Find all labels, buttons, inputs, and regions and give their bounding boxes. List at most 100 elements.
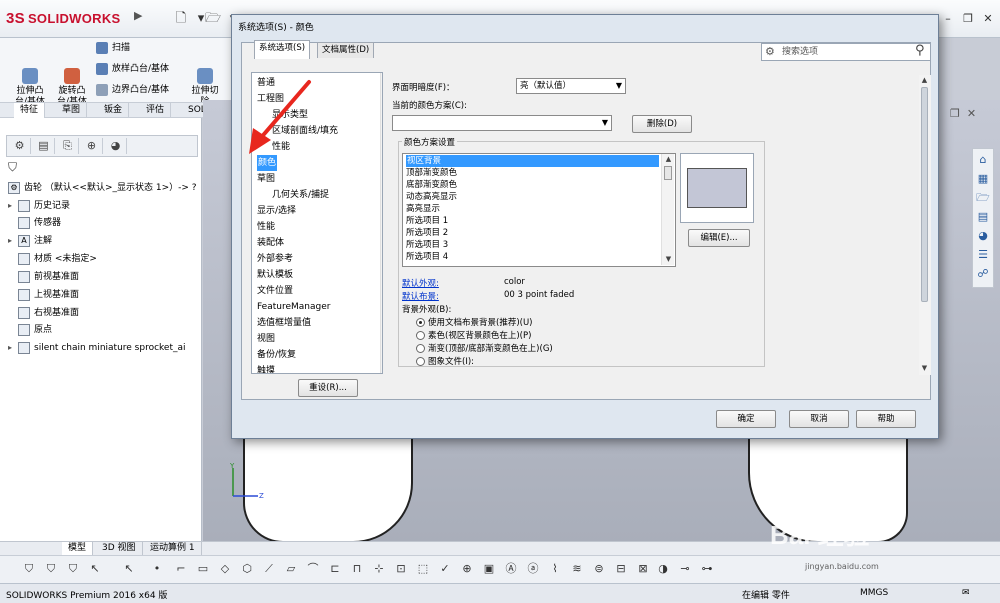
search-input[interactable]: 搜索选项	[761, 43, 931, 61]
file-explorer-icon[interactable]: 🗁	[975, 190, 991, 206]
help-bubble-icon[interactable]: ✉	[962, 588, 970, 598]
delete-scheme-button[interactable]: 删除(D)	[632, 115, 692, 133]
solid-body-filter-icon[interactable]: ⬡	[240, 562, 254, 576]
nav-item-default-templates[interactable]: 默认模板	[257, 267, 293, 283]
default-appearance-link[interactable]: 默认外观:	[402, 277, 439, 289]
sketch-point-filter-icon[interactable]: ⌒	[306, 562, 320, 576]
close-icon[interactable]: ✕	[980, 12, 996, 26]
ui-brightness-select[interactable]: 亮（默认值） ▼	[516, 78, 626, 94]
boundary-button[interactable]: 边界凸台/基体	[96, 82, 169, 96]
scroll-up-icon[interactable]: ▲	[381, 73, 382, 84]
geometric-tolerance-filter-icon[interactable]: ⊕	[460, 562, 474, 576]
weld-symbol-filter-icon[interactable]: ⌇	[548, 562, 562, 576]
nav-scrollbar[interactable]: ▲ ▼	[380, 73, 382, 373]
tree-item-material[interactable]: 材质 <未指定>	[8, 251, 97, 267]
tree-item-feature[interactable]: ▸ silent chain miniature sprocket_ai	[8, 340, 186, 356]
tab-motion-study[interactable]: 运动算例 1	[144, 542, 202, 555]
cancel-button[interactable]: 取消	[789, 410, 849, 428]
custom-properties-icon[interactable]: ☰	[975, 247, 991, 263]
minimize-icon[interactable]: –	[940, 12, 956, 26]
scroll-down-icon[interactable]: ▼	[381, 361, 382, 372]
cosmetic-thread-filter-icon[interactable]: ⊜	[592, 562, 606, 576]
radio-image-file-background[interactable]: 图象文件(I):	[416, 355, 474, 367]
dimxpert-icon[interactable]: ⊕	[81, 138, 103, 154]
scroll-up-icon[interactable]: ▲	[663, 154, 674, 165]
scheme-item-highlight[interactable]: 高亮显示	[406, 203, 440, 215]
dimension-filter-icon[interactable]: ⬚	[416, 562, 430, 576]
nav-item-external-references[interactable]: 外部参考	[257, 251, 293, 267]
dowel-pin-filter-icon[interactable]: ⊠	[636, 562, 650, 576]
radio-gradient-background[interactable]: 渐变(顶部/底部渐变颜色在上)(G)	[416, 342, 553, 354]
select-other-icon[interactable]: ↖	[122, 562, 136, 576]
forum-icon[interactable]: ☍	[975, 266, 991, 282]
scheme-item-viewport-background[interactable]: 视区背景	[406, 155, 659, 167]
note-filter-icon[interactable]: ▣	[482, 562, 496, 576]
solidworks-logo[interactable]: 3S SOLIDWORKS	[6, 10, 121, 27]
block-filter-icon[interactable]: ⊟	[614, 562, 628, 576]
close-icon[interactable]: ✕	[967, 107, 976, 120]
datum-target-filter-icon[interactable]: ⓐ	[526, 562, 540, 576]
display-manager-icon[interactable]: ◕	[105, 138, 127, 154]
scheme-item-bottom-gradient[interactable]: 底部渐变颜色	[406, 179, 457, 191]
home-icon[interactable]: ⌂	[975, 152, 991, 168]
ok-button[interactable]: 确定	[716, 410, 776, 428]
filter-toggle-icon[interactable]: ⛉	[44, 562, 58, 576]
feature-tree-icon[interactable]: ⚙	[9, 138, 31, 154]
nav-item-backup-recover[interactable]: 备份/恢复	[257, 347, 296, 363]
configuration-manager-icon[interactable]: ⎘	[57, 138, 79, 154]
tree-item-front-plane[interactable]: 前视基准面	[8, 269, 79, 285]
tree-item-history[interactable]: ▸ 历史记录	[8, 198, 70, 214]
select-cursor-icon[interactable]: ↖	[88, 562, 102, 576]
vertex-filter-icon[interactable]: •	[150, 562, 164, 576]
tab-sketch[interactable]: 草图	[56, 103, 88, 118]
scheme-item-selected-4[interactable]: 所选项目 4	[406, 251, 448, 263]
edge-filter-icon[interactable]: ⌐	[174, 562, 188, 576]
nav-item-sketch[interactable]: 草图	[257, 171, 275, 187]
tree-item-annotations[interactable]: ▸ A 注解	[8, 233, 52, 249]
nav-item-spin-box-increments[interactable]: 选值框增量值	[257, 315, 311, 331]
default-scene-link[interactable]: 默认布景:	[402, 290, 439, 302]
axis-filter-icon[interactable]: ⟋	[262, 562, 276, 576]
units-selector[interactable]: MMGS	[860, 588, 888, 598]
tab-sheet-metal[interactable]: 钣金	[98, 103, 130, 118]
appearances-icon[interactable]: ◕	[975, 228, 991, 244]
filter-icon[interactable]: ⛉	[22, 562, 36, 576]
surface-finish-filter-icon[interactable]: ✓	[438, 562, 452, 576]
design-library-icon[interactable]: ▦	[975, 171, 991, 187]
tree-item-origin[interactable]: 原点	[8, 322, 52, 338]
scroll-thumb[interactable]	[664, 166, 672, 180]
sweep-button[interactable]: 扫描	[96, 40, 130, 54]
connection-point-filter-icon[interactable]: ◑	[656, 562, 670, 576]
sketch-segment-filter-icon[interactable]: ⊏	[328, 562, 342, 576]
mid-point-filter-icon[interactable]: ⊶	[700, 562, 714, 576]
current-scheme-select[interactable]: ▼	[392, 115, 612, 131]
tree-item-top-plane[interactable]: 上视基准面	[8, 287, 79, 303]
scheme-item-selected-3[interactable]: 所选项目 3	[406, 239, 448, 251]
nav-item-performance[interactable]: 性能	[257, 219, 275, 235]
nav-item-view[interactable]: 视图	[257, 331, 275, 347]
nav-item-featuremanager[interactable]: FeatureManager	[257, 299, 330, 315]
scheme-item-top-gradient[interactable]: 顶部渐变颜色	[406, 167, 457, 179]
nav-item-file-locations[interactable]: 文件位置	[257, 283, 293, 299]
help-button[interactable]: 帮助	[856, 410, 916, 428]
scheme-item-selected-2[interactable]: 所选项目 2	[406, 227, 448, 239]
nav-item-touch[interactable]: 触摸	[257, 363, 275, 373]
part-geometry[interactable]	[243, 433, 413, 543]
reset-button[interactable]: 重设(R)...	[298, 379, 358, 397]
tab-evaluate[interactable]: 评估	[140, 103, 172, 118]
tab-model[interactable]: 模型	[62, 542, 94, 555]
radio-document-scene-background[interactable]: 使用文档布景背景(推荐)(U)	[416, 316, 533, 328]
surface-body-filter-icon[interactable]: ◇	[218, 562, 232, 576]
restore-icon[interactable]: ❐	[960, 12, 976, 26]
open-document-icon[interactable]: 🗁	[204, 10, 222, 28]
midpoint-filter-icon[interactable]: ⊓	[350, 562, 364, 576]
scroll-down-icon[interactable]: ▼	[919, 363, 930, 374]
scroll-thumb[interactable]	[921, 87, 928, 302]
options-scrollbar[interactable]: ▲ ▼	[919, 75, 931, 375]
search-icon[interactable]: ⚲	[915, 43, 925, 58]
property-manager-icon[interactable]: ▤	[33, 138, 55, 154]
filter-icon[interactable]: ⛉	[66, 562, 80, 576]
nav-item-relations-snaps[interactable]: 几何关系/捕捉	[272, 187, 329, 203]
scroll-up-icon[interactable]: ▲	[919, 75, 930, 86]
scheme-list-scrollbar[interactable]: ▲ ▼	[661, 154, 674, 265]
